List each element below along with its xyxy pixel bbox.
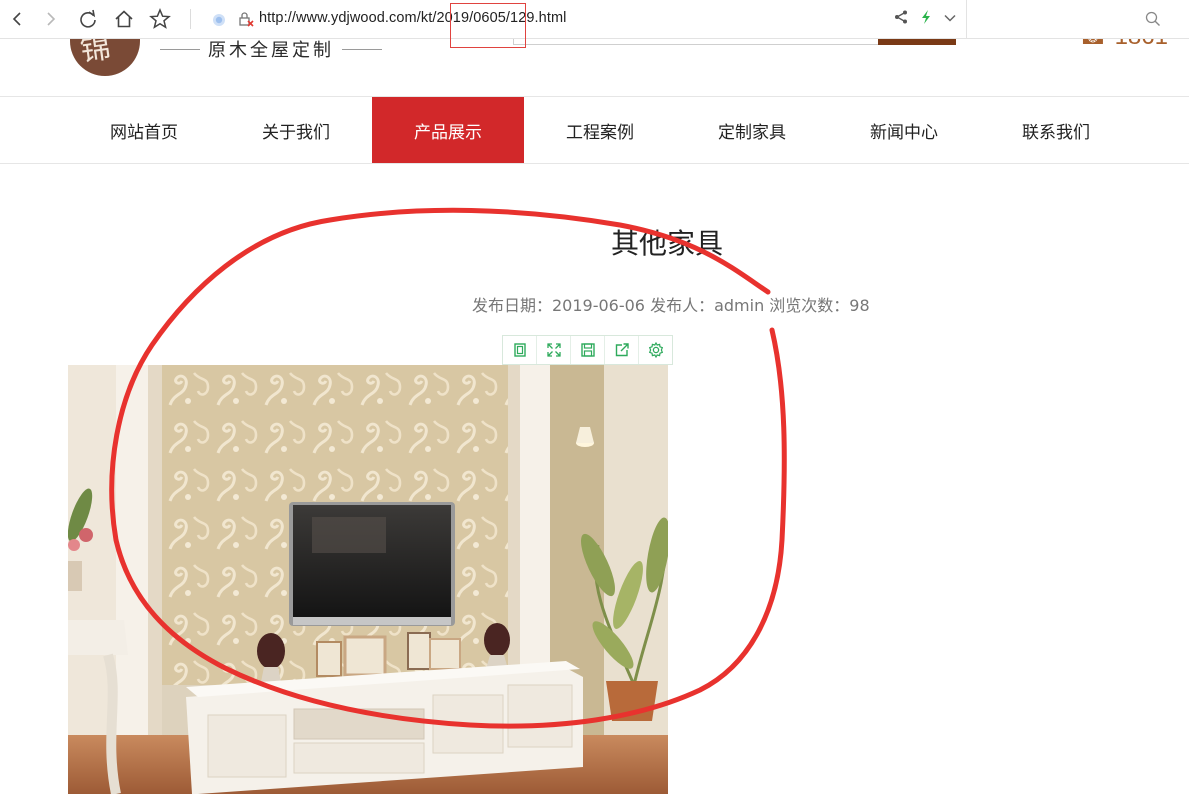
site-info-icon[interactable] xyxy=(212,12,226,31)
product-photo[interactable] xyxy=(68,365,668,794)
copy-icon[interactable] xyxy=(503,336,537,364)
share-icon[interactable] xyxy=(893,9,909,29)
fullscreen-icon[interactable] xyxy=(537,336,571,364)
nav-item-home[interactable]: 网站首页 xyxy=(68,97,220,163)
share-out-icon[interactable] xyxy=(605,336,639,364)
tagline-divider xyxy=(342,48,382,50)
settings-icon[interactable] xyxy=(639,336,672,364)
nav-item-about[interactable]: 关于我们 xyxy=(220,97,372,163)
page-title: 其他家具 xyxy=(610,227,723,260)
site-tagline: 原木全屋定制 xyxy=(160,36,382,62)
forward-icon[interactable] xyxy=(38,6,64,32)
chevron-down-icon[interactable] xyxy=(943,10,957,29)
star-icon[interactable] xyxy=(147,6,173,32)
nav-item-contact[interactable]: 联系我们 xyxy=(980,97,1132,163)
back-icon[interactable] xyxy=(4,6,30,32)
save-icon[interactable] xyxy=(571,336,605,364)
nav-item-news[interactable]: 新闻中心 xyxy=(828,97,980,163)
article-meta: 发布日期：2019-06-06 发布人：admin 浏览次数：98 xyxy=(472,296,870,315)
site-search-input[interactable] xyxy=(513,38,879,45)
site-search-button[interactable] xyxy=(878,38,956,45)
url-highlight-box xyxy=(450,3,526,48)
nav-item-custom-furniture[interactable]: 定制家具 xyxy=(676,97,828,163)
address-bar-actions xyxy=(893,9,957,29)
image-toolbar xyxy=(502,335,673,365)
search-icon[interactable] xyxy=(1145,11,1161,31)
browser-search-box[interactable] xyxy=(966,0,1189,38)
security-warning-icon[interactable] xyxy=(238,11,254,31)
browser-toolbar: http://www.ydjwood.com/kt/2019/0605/129.… xyxy=(0,0,1189,48)
home-icon[interactable] xyxy=(111,6,137,32)
toolbar-divider xyxy=(190,9,191,29)
main-nav: 网站首页 关于我们 产品展示 工程案例 定制家具 新闻中心 联系我们 xyxy=(0,96,1189,164)
tagline-text: 原木全屋定制 xyxy=(208,40,334,61)
nav-item-products[interactable]: 产品展示 xyxy=(372,97,524,163)
nav-item-projects[interactable]: 工程案例 xyxy=(524,97,676,163)
tagline-divider xyxy=(160,48,200,50)
lightning-icon[interactable] xyxy=(919,9,933,29)
reload-icon[interactable] xyxy=(75,6,101,32)
